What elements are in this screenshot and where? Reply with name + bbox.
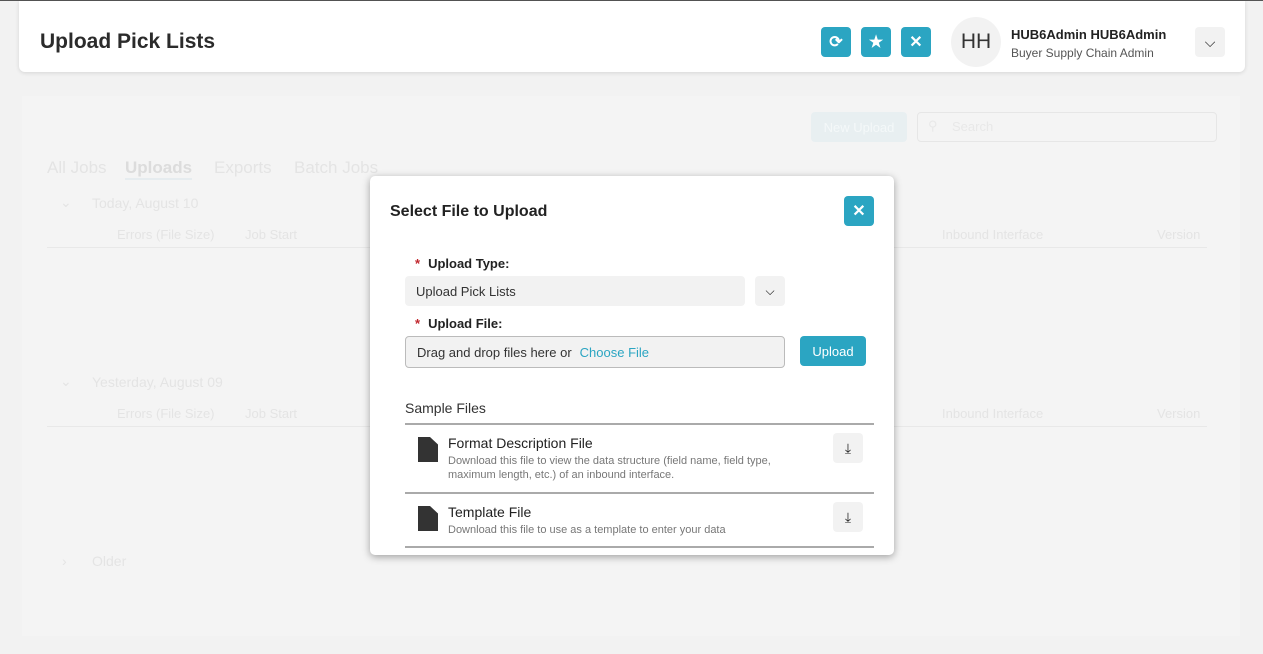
new-upload-button[interactable]: New Upload <box>811 112 907 142</box>
user-menu-button[interactable]: ⌵ <box>1195 27 1225 57</box>
divider <box>405 423 874 425</box>
upload-dialog: Select File to Upload ✕ * Upload Type: Up… <box>370 176 894 555</box>
download-icon: ⤓ <box>844 508 852 525</box>
refresh-icon: ⟳ <box>829 34 843 51</box>
upload-file-label: * Upload File: <box>415 316 503 331</box>
refresh-button[interactable]: ⟳ <box>821 27 851 57</box>
user-role: Buyer Supply Chain Admin <box>1011 46 1154 60</box>
file-icon <box>418 437 438 462</box>
tab-batch-jobs[interactable]: Batch Jobs <box>294 158 378 178</box>
star-icon: ★ <box>868 34 884 51</box>
download-icon: ⤓ <box>844 439 852 456</box>
column-header: Job Start <box>245 406 298 421</box>
avatar[interactable]: HH <box>951 17 1001 67</box>
file-name: Format Description File <box>448 435 593 451</box>
close-page-button[interactable]: ✕ <box>901 27 931 57</box>
column-header: Version <box>1157 406 1201 421</box>
sample-files-heading: Sample Files <box>405 400 486 416</box>
group-yesterday[interactable]: Yesterday, August 09 <box>92 374 223 390</box>
column-header: Errors (File Size) <box>117 406 215 421</box>
tab-uploads[interactable]: Uploads <box>125 158 193 180</box>
upload-button[interactable]: Upload <box>800 336 866 366</box>
close-icon: ✕ <box>909 34 923 51</box>
favorite-button[interactable]: ★ <box>861 27 891 57</box>
chevron-down-icon: ⌵ <box>765 283 775 298</box>
group-older[interactable]: Older <box>92 553 126 569</box>
divider <box>405 546 874 548</box>
file-description: Download this file to use as a template … <box>448 524 726 536</box>
upload-type-dropdown-button[interactable]: ⌵ <box>755 276 785 306</box>
chevron-down-icon[interactable]: ⌄ <box>60 373 72 390</box>
tab-all-jobs[interactable]: All Jobs <box>47 158 107 178</box>
file-description: Download this file to view the data stru… <box>448 455 771 481</box>
page-title: Upload Pick Lists <box>40 30 216 53</box>
download-template-button[interactable]: ⤓ <box>833 502 863 532</box>
group-today[interactable]: Today, August 10 <box>92 195 198 211</box>
column-header: Inbound Interface <box>942 227 1044 242</box>
page-header: Upload Pick Lists ⟳ ★ ✕ HH HUB6Admin HUB… <box>19 1 1245 72</box>
file-icon <box>418 506 438 531</box>
upload-type-select[interactable]: Upload Pick Lists <box>405 276 745 306</box>
close-icon: ✕ <box>852 203 866 220</box>
tab-exports[interactable]: Exports <box>214 158 272 178</box>
search-icon: ⚲ <box>928 118 938 133</box>
download-format-button[interactable]: ⤓ <box>833 433 863 463</box>
chevron-down-icon[interactable]: ⌄ <box>60 194 72 211</box>
user-name: HUB6Admin HUB6Admin <box>1011 27 1167 42</box>
choose-file-link[interactable]: Choose File <box>580 345 649 360</box>
file-name: Template File <box>448 504 532 520</box>
chevron-down-icon: ⌵ <box>1204 33 1216 50</box>
column-header: Errors (File Size) <box>117 227 215 242</box>
column-header: Job Start <box>245 227 298 242</box>
dialog-title: Select File to Upload <box>390 203 548 220</box>
column-header: Inbound Interface <box>942 406 1044 421</box>
divider <box>405 492 874 494</box>
search-input[interactable]: ⚲ Search <box>917 112 1217 142</box>
close-dialog-button[interactable]: ✕ <box>844 196 874 226</box>
file-drop-zone[interactable]: Drag and drop files here or Choose File <box>405 336 785 368</box>
chevron-right-icon[interactable]: › <box>62 553 67 569</box>
upload-type-label: * Upload Type: <box>415 256 510 271</box>
column-header: Version <box>1157 227 1201 242</box>
